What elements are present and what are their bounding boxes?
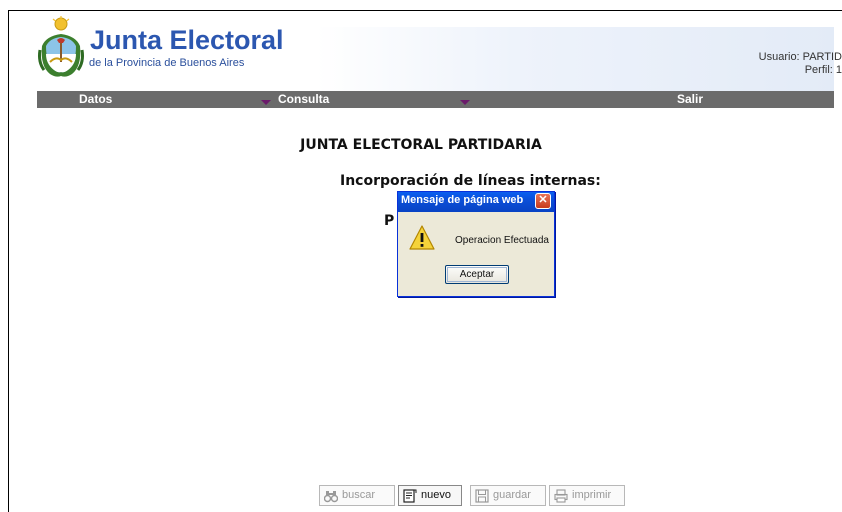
accept-button[interactable]: Aceptar [445,265,509,284]
print-button-label: imprimir [572,489,612,501]
menu-item-salir[interactable]: Salir [677,91,703,108]
new-button-label: nuevo [421,489,451,501]
print-button[interactable]: imprimir [549,485,625,506]
printer-icon [554,489,568,503]
search-button-label: buscar [342,489,376,501]
menu-item-consulta[interactable]: Consulta [278,91,329,108]
menu-item-datos[interactable]: Datos [79,91,112,108]
dialog-message: Operacion Efectuada [455,235,549,246]
partial-heading: P [384,213,395,229]
user-info: Usuario: PARTID Perfil: 1 [759,51,842,77]
dialog-titlebar[interactable]: Mensaje de página web ✕ [398,192,554,212]
warning-icon [409,225,435,250]
message-dialog: Mensaje de página web ✕ Operacion Efectu… [397,191,555,297]
coat-of-arms-logo [38,16,84,77]
search-button[interactable]: buscar [319,485,395,506]
binoculars-icon [324,491,338,503]
brand-title: Junta Electoral [90,25,284,55]
profile-label: Perfil: 1 [804,64,842,76]
close-icon[interactable]: ✕ [535,193,551,209]
page-subtitle: Incorporación de líneas internas: [340,173,601,189]
dialog-title: Mensaje de página web [401,194,524,206]
new-button[interactable]: nuevo [398,485,462,506]
user-label: Usuario: PARTID [758,51,842,63]
brand-subtitle: de la Provincia de Buenos Aires [89,57,245,69]
page-title: JUNTA ELECTORAL PARTIDARIA [300,137,542,153]
chevron-down-icon[interactable] [460,100,470,105]
save-button[interactable]: guardar [470,485,546,506]
chevron-down-icon[interactable] [261,100,271,105]
new-document-icon [403,489,417,503]
save-button-label: guardar [493,489,531,501]
save-icon [475,489,489,503]
menubar: Datos Consulta Salir [37,91,834,108]
